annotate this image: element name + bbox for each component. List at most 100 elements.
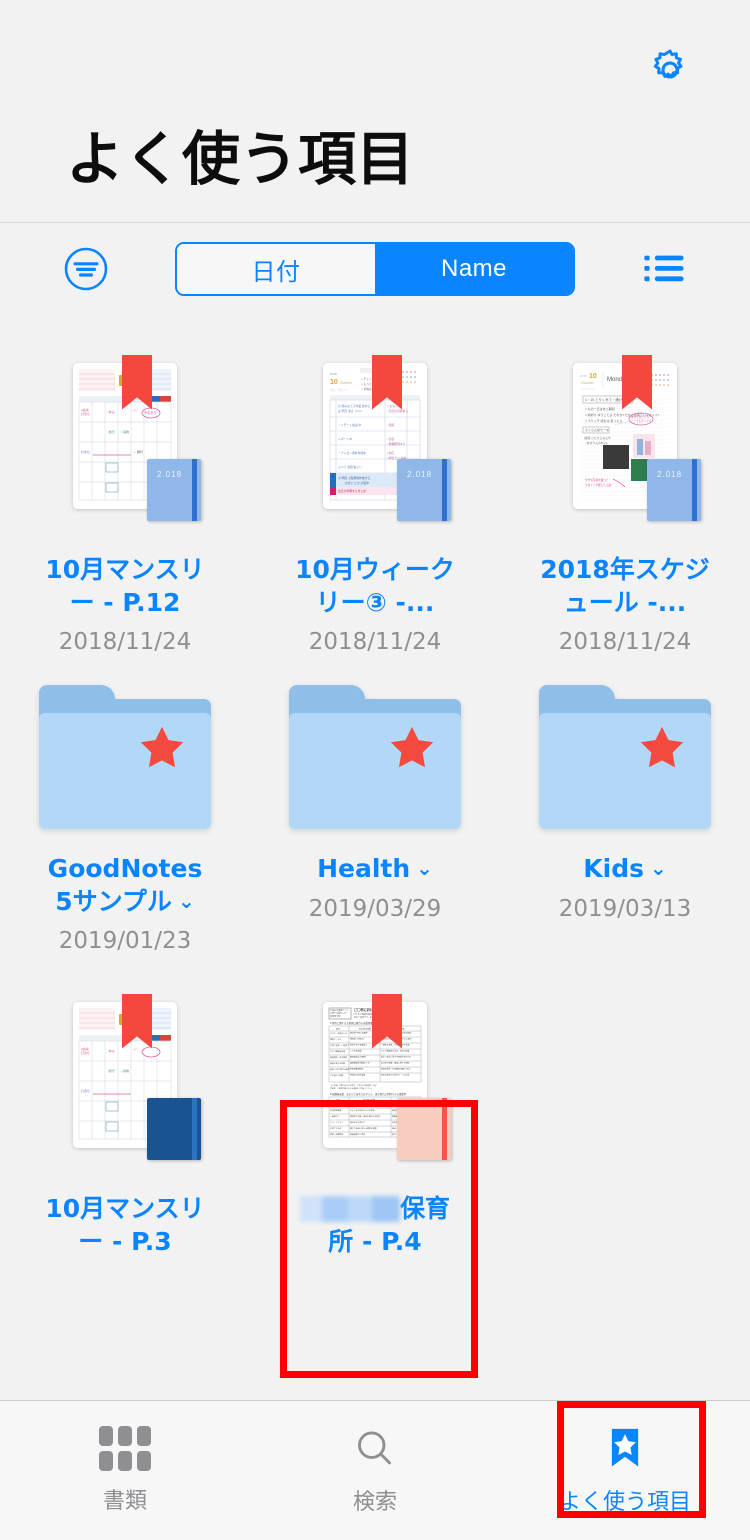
tab-search-label: 検索: [352, 1489, 397, 1515]
svg-text:○休み: ○休み: [107, 409, 115, 414]
gear-icon: [653, 49, 683, 79]
folder-label-text: Kids: [583, 854, 644, 883]
tab-search[interactable]: 検索: [250, 1401, 500, 1540]
folder-label-text: Health: [317, 854, 411, 883]
svg-text:は 明日 ある リスト: は 明日 ある リスト: [338, 409, 363, 413]
redacted-text: [299, 1196, 400, 1222]
svg-text:□日記の記録ある: □日記の記録ある: [387, 409, 408, 413]
folder-item[interactable]: Kids ⌄ 2019/03/13: [500, 677, 750, 954]
list-view-button[interactable]: [640, 247, 688, 291]
folder-label: Health ⌄: [289, 853, 461, 886]
svg-text:□ スケッチ 感をは 思ったら: □ スケッチ 感をは 思ったら: [585, 418, 622, 423]
svg-text:○計画: ○計画: [387, 437, 394, 441]
chevron-down-icon[interactable]: ⌄: [416, 855, 433, 881]
thumbnail: ●会議 打合せ ○休み ◇◇ 予定あり ○旅行 ◇買物 打合せ → 旅行 2.0…: [0, 333, 250, 538]
svg-text:レポート中: レポート中: [338, 437, 352, 441]
svg-text:◇◇: ◇◇: [133, 1047, 138, 1051]
svg-text:2018: 2018: [580, 374, 587, 378]
tab-favorites[interactable]: よく使う項目: [500, 1401, 750, 1540]
search-icon: [358, 1430, 392, 1464]
svg-text:とってもグッド!!!: とってもグッド!!!: [631, 419, 651, 423]
document-item[interactable]: 2018 10 October ウィークリー □ チェック項目ひとつ □ もっと…: [250, 333, 500, 655]
document-item-highlighted[interactable]: 平成30年度版パンフ 子育て支援センター 保育所 学校 ◯◯市における各種 子ども…: [250, 972, 500, 1258]
notebook-accent: 2.018: [647, 458, 701, 521]
svg-text:さくらんぼケーキ: さくらんぼケーキ: [585, 427, 609, 432]
svg-text:・リモート会議 中: ・リモート会議 中: [338, 423, 361, 427]
svg-text:ふつう 週間 帳じい: ふつう 週間 帳じい: [338, 465, 362, 469]
svg-text:○旅行: ○旅行: [107, 429, 115, 434]
folder-item[interactable]: GoodNotes 5サンプル ⌄ 2019/01/23: [0, 677, 250, 954]
filter-button[interactable]: [62, 245, 110, 293]
thumbnail: ●会議 打合せ ○休み ◇◇ ○旅行 ◇買物 打合せ: [0, 972, 250, 1177]
svg-text:□整理整列する: □整理整列する: [387, 442, 406, 446]
svg-text:ウィークリー: ウィークリー: [330, 387, 348, 392]
svg-text:打合せ: 打合せ: [81, 1088, 90, 1093]
empty-cell: [500, 972, 750, 1258]
form-document-thumbnail: 平成30年度版パンフ 子育て支援センター 保育所 学校 ◯◯市における各種 子ども…: [323, 993, 451, 1160]
item-date: 2018/11/24: [308, 629, 442, 655]
item-date: 2019/03/29: [308, 895, 442, 922]
svg-text:Mon 15 Tue: Mon 15 Tue: [581, 387, 595, 391]
grid-row: ●会議 打合せ ○休み ◇◇ ○旅行 ◇買物 打合せ 10月マンスリー - P.…: [0, 972, 750, 1258]
svg-text:◇買物: ◇買物: [120, 1068, 129, 1073]
svg-text:打合せ: 打合せ: [81, 449, 90, 454]
svg-text:会日の準備するまとめ: 会日の準備するまとめ: [338, 489, 366, 493]
item-label: 10月ウィークリー③ -...: [295, 555, 455, 617]
svg-text:打合せ: 打合せ: [81, 1050, 90, 1055]
svg-text:◇買物: ◇買物: [120, 429, 129, 434]
thumbnail: [250, 677, 500, 837]
notebook-accent: [147, 1097, 201, 1160]
list-view-icon: [644, 255, 684, 282]
svg-text:(用意 ひとりじゅんや: (用意 ひとりじゅんや: [584, 436, 611, 440]
svg-text:2.就園後支援、およびご自宅でお子さん、急な場合に利用できる: 2.就園後支援、およびご自宅でお子さん、急な場合に利用できる事業等: [330, 1092, 407, 1096]
chevron-down-icon[interactable]: ⌄: [650, 855, 667, 881]
sort-segmented-control[interactable]: 日付 Name: [175, 242, 575, 296]
document-item[interactable]: ●会議 打合せ ○休み ◇◇ ○旅行 ◇買物 打合せ 10月マンスリー - P.…: [0, 972, 250, 1258]
monthly-calendar-thumbnail: ●会議 打合せ ○休み ◇◇ ○旅行 ◇買物 打合せ: [73, 993, 201, 1160]
svg-text:1.保育に関する主要窓口組合の支援事業等: 1.保育に関する主要窓口組合の支援事業等: [330, 1021, 376, 1025]
thumbnail: [0, 677, 250, 837]
bottom-tab-bar: 書類 検索 よく使う項目: [0, 1400, 750, 1540]
items-grid: ●会議 打合せ ○休み ◇◇ 予定あり ○旅行 ◇買物 打合せ → 旅行 2.0…: [0, 315, 750, 1258]
folder-item[interactable]: Health ⌄ 2019/03/29: [250, 677, 500, 954]
folder-label: GoodNotes 5サンプル ⌄: [39, 853, 211, 918]
svg-text:打合せ: 打合せ: [81, 411, 90, 416]
monthly-calendar-thumbnail: ●会議 打合せ ○休み ◇◇ 予定あり ○旅行 ◇買物 打合せ → 旅行 2.0…: [73, 354, 201, 521]
svg-text:今 明日 小型資料作成する: 今 明日 小型資料作成する: [338, 476, 371, 480]
item-date: 2019/03/13: [558, 895, 692, 922]
tab-favorites-label: よく使う項目: [558, 1489, 691, 1515]
svg-text:予定あり: 予定あり: [144, 410, 157, 415]
document-item[interactable]: ●会議 打合せ ○休み ◇◇ 予定あり ○旅行 ◇買物 打合せ → 旅行 2.0…: [0, 333, 250, 655]
item-label: 10月マンスリー - P.3: [45, 1194, 205, 1256]
tab-documents[interactable]: 書類: [0, 1401, 250, 1540]
item-date: 2018/11/24: [558, 629, 692, 655]
thumbnail: 平成30年度版パンフ 子育て支援センター 保育所 学校 ◯◯市における各種 子ども…: [250, 972, 500, 1177]
document-item[interactable]: 2018 10 October Mon 15 Tue Monday 1・10 と…: [500, 333, 750, 655]
svg-text:◇◇: ◇◇: [133, 408, 138, 412]
folder-icon: [289, 685, 461, 829]
chevron-down-icon[interactable]: ⌄: [178, 888, 195, 914]
svg-text:計 組み立てる作業 進める: 計 組み立てる作業 進める: [338, 404, 371, 408]
grid-row: ●会議 打合せ ○休み ◇◇ 予定あり ○旅行 ◇買物 打合せ → 旅行 2.0…: [0, 333, 750, 655]
item-label: 保育所 - P.4: [289, 1193, 461, 1258]
svg-text:□ もの一日はあっ期間: □ もの一日はあっ期間: [585, 406, 615, 411]
svg-text:かまい とき 計画中: かまい とき 計画中: [345, 481, 369, 485]
thumbnail: [500, 677, 750, 837]
tab-documents-label: 書類: [102, 1489, 147, 1514]
svg-text:・あきりんのかい): ・あきりんのかい): [584, 441, 607, 445]
star-icon: [140, 726, 184, 768]
daily-journal-thumbnail: 2018 10 October Mon 15 Tue Monday 1・10 と…: [573, 354, 701, 521]
segment-name[interactable]: Name: [375, 244, 573, 294]
svg-text:→ 旅行: → 旅行: [133, 449, 143, 454]
segment-date[interactable]: 日付: [177, 244, 375, 294]
svg-text:10: 10: [330, 379, 338, 386]
folder-icon: [39, 685, 211, 829]
settings-button[interactable]: [648, 48, 692, 92]
svg-text:○旅行: ○旅行: [107, 1068, 115, 1073]
item-date: 2019/01/23: [58, 928, 192, 954]
notebook-accent: 2.018: [147, 458, 201, 521]
notebook-accent: [397, 1097, 451, 1160]
star-icon: [390, 726, 434, 768]
svg-text:・ブレゼン資料作成中: ・ブレゼン資料作成中: [338, 451, 366, 455]
folder-label: Kids ⌄: [539, 853, 711, 886]
